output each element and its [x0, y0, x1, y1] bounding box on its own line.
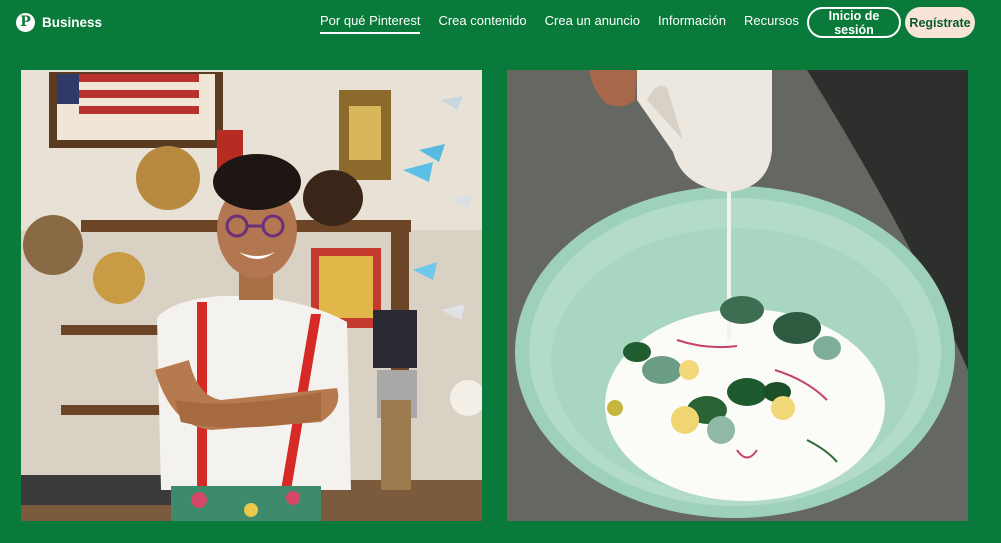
brand[interactable]: P Business [16, 12, 102, 32]
login-button[interactable]: Inicio de sesión [807, 7, 901, 38]
nav-item-por-que-pinterest[interactable]: Por qué Pinterest [320, 13, 421, 34]
pinterest-logo-icon: P [16, 12, 35, 32]
shopkeeper-photo [21, 70, 482, 521]
food-photo [507, 70, 968, 521]
signup-button[interactable]: Regístrate [905, 7, 975, 38]
nav-item-crea-anuncio[interactable]: Crea un anuncio [545, 13, 640, 34]
shopkeeper-illustration [21, 70, 482, 521]
nav-item-recursos[interactable]: Recursos [744, 13, 799, 34]
top-header: P Business Por qué Pinterest Crea conten… [0, 0, 1001, 44]
nav-item-crea-contenido[interactable]: Crea contenido [438, 13, 526, 34]
food-illustration [507, 70, 968, 521]
brand-name: Business [42, 14, 103, 30]
main-nav: Por qué Pinterest Crea contenido Crea un… [320, 13, 817, 34]
nav-item-informacion[interactable]: Información [658, 13, 726, 34]
